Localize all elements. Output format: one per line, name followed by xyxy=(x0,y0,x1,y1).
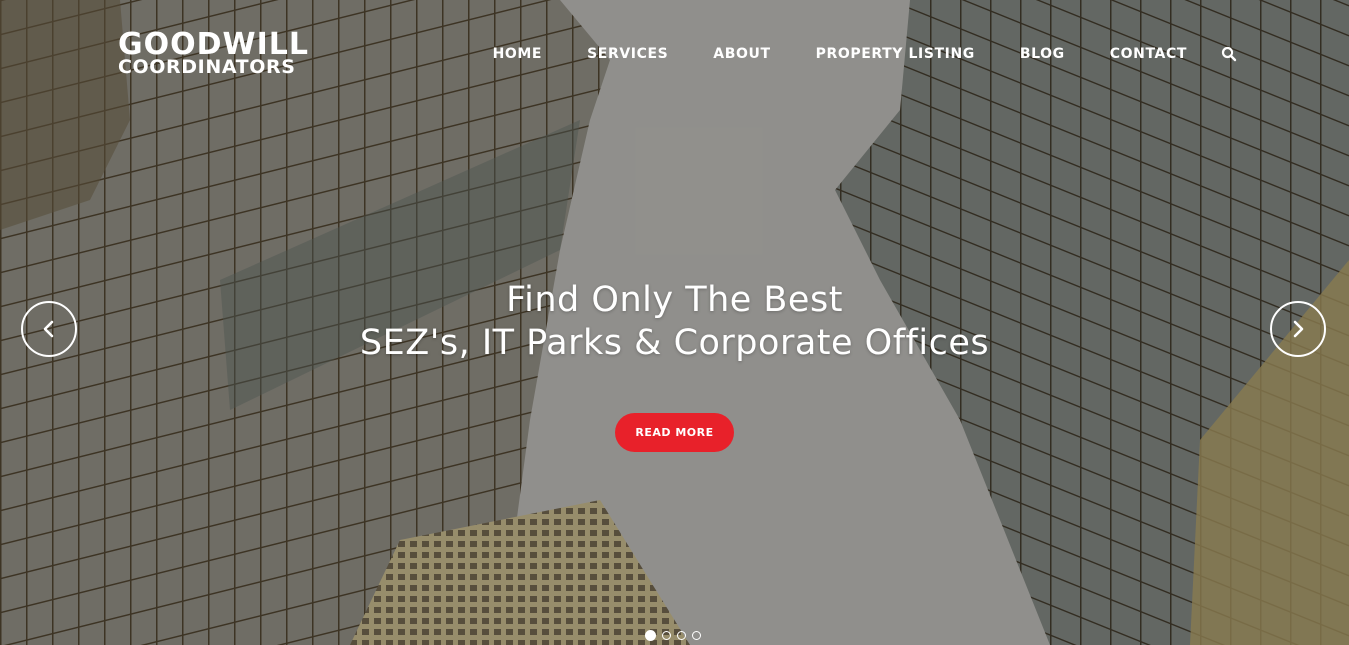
slide-dot-3[interactable] xyxy=(677,631,686,640)
slide-indicators xyxy=(645,630,707,641)
headline-line2: SEZ's, IT Parks & Corporate Offices xyxy=(359,323,990,363)
logo-line2: COORDINATORS xyxy=(118,56,296,78)
nav-contact[interactable]: CONTACT xyxy=(1110,46,1187,62)
main-nav: HOME SERVICES ABOUT PROPERTY LISTING BLO… xyxy=(493,46,1237,62)
nav-about[interactable]: ABOUT xyxy=(713,46,770,62)
site-logo[interactable]: GOODWILL COORDINATORS xyxy=(118,30,309,77)
nav-home[interactable]: HOME xyxy=(493,46,543,62)
hero-slider: GOODWILL COORDINATORS HOME SERVICES ABOU… xyxy=(0,0,1349,645)
read-more-button[interactable]: READ MORE xyxy=(615,413,734,452)
slide-dot-2[interactable] xyxy=(662,631,671,640)
headline-line1: Find Only The Best xyxy=(506,280,843,320)
slide-dot-4[interactable] xyxy=(692,631,701,640)
slide-dot-1[interactable] xyxy=(645,630,656,641)
search-icon[interactable] xyxy=(1221,46,1237,62)
nav-services[interactable]: SERVICES xyxy=(587,46,668,62)
hero-headline: Find Only The Best SEZ's, IT Parks & Cor… xyxy=(0,279,1349,365)
nav-property-listing[interactable]: PROPERTY LISTING xyxy=(816,46,975,62)
nav-blog[interactable]: BLOG xyxy=(1020,46,1065,62)
